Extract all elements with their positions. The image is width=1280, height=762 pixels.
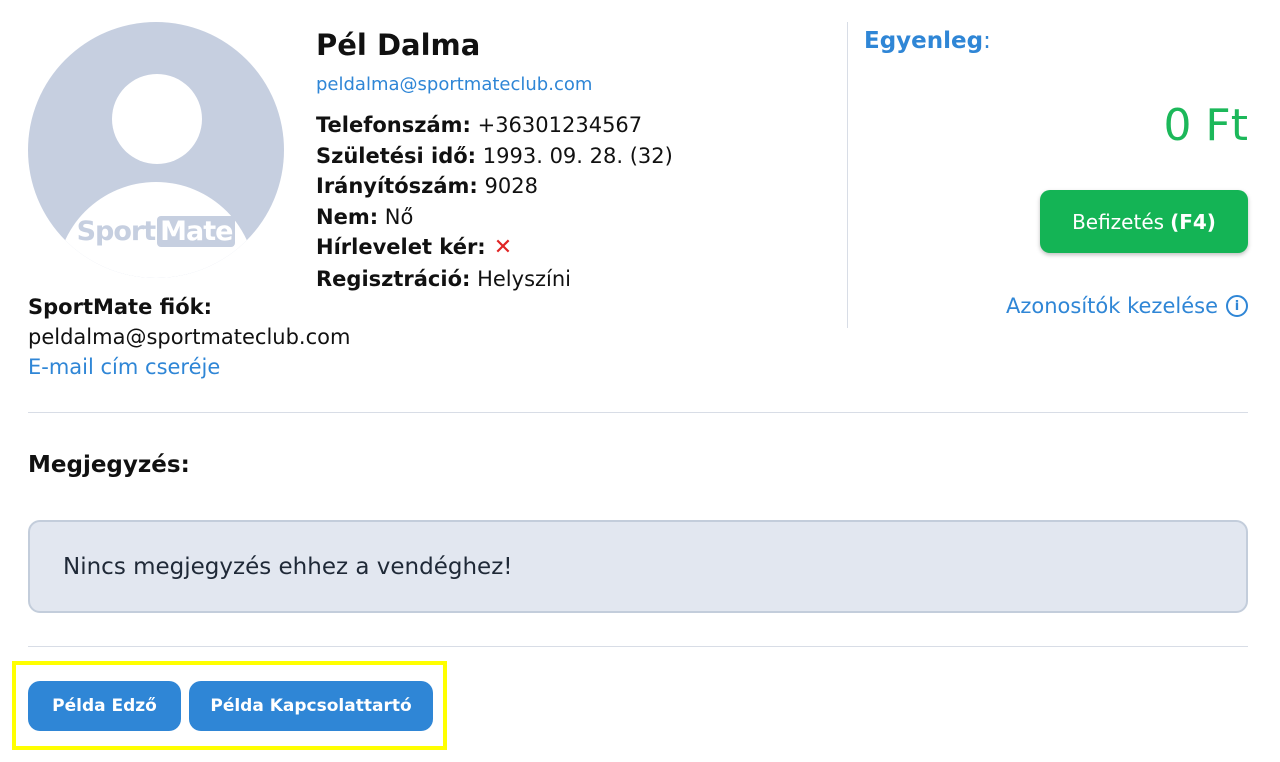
phone-value: +36301234567 — [477, 113, 643, 137]
account-label: SportMate fiók: — [28, 295, 212, 319]
zip-label: Irányítószám: — [316, 174, 478, 198]
contact-button-coach[interactable]: Példa Edző — [28, 681, 181, 731]
sportmate-account: SportMate fiók: peldalma@sportmateclub.c… — [28, 292, 350, 382]
registration-value: Helyszíni — [477, 266, 572, 291]
newsletter-cross-icon: ✕ — [493, 235, 513, 260]
customer-name: Pél Dalma — [316, 28, 481, 62]
gender-row: Nem: Nő — [316, 202, 673, 233]
notes-box: Nincs megjegyzés ehhez a vendéghez! — [28, 520, 1248, 613]
vertical-divider — [847, 22, 848, 328]
sportmate-logo: Sport Mate — [28, 216, 284, 247]
account-email: peldalma@sportmateclub.com — [28, 325, 351, 349]
newsletter-row: Hírlevelet kér: ✕ — [316, 232, 673, 264]
customer-email-link[interactable]: peldalma@sportmateclub.com — [316, 74, 592, 95]
manage-identifiers-link[interactable]: Azonosítók kezelése i — [1006, 294, 1248, 318]
balance-value: 0 Ft — [1163, 100, 1248, 151]
avatar-head-shape — [112, 74, 202, 164]
section-divider — [28, 646, 1248, 647]
avatar: Sport Mate — [28, 22, 284, 278]
contacts-highlight: Példa Edző Példa Kapcsolattartó — [12, 661, 447, 750]
gender-label: Nem: — [316, 204, 379, 229]
balance-label: Egyenleg: — [864, 28, 991, 54]
newsletter-label: Hírlevelet kér: — [316, 235, 486, 259]
phone-row: Telefonszám: +36301234567 — [316, 110, 673, 141]
gender-value: Nő — [384, 204, 414, 229]
birthdate-value: 1993. 09. 28. (32) — [482, 143, 673, 168]
section-divider — [28, 412, 1248, 413]
birthdate-row: Születési idő: 1993. 09. 28. (32) — [316, 141, 673, 172]
change-email-link[interactable]: E-mail cím cseréje — [28, 352, 350, 382]
contact-button-contact-person[interactable]: Példa Kapcsolattartó — [189, 681, 433, 731]
registration-label: Regisztráció: — [316, 266, 471, 291]
payment-button[interactable]: Befizetés (F4) — [1040, 190, 1248, 253]
notes-text: Nincs megjegyzés ehhez a vendéghez! — [63, 553, 513, 580]
birthdate-label: Születési idő: — [316, 143, 477, 168]
zip-row: Irányítószám: 9028 — [316, 171, 673, 202]
phone-label: Telefonszám: — [316, 113, 471, 137]
payment-shortcut: (F4) — [1170, 209, 1216, 234]
registration-row: Regisztráció: Helyszíni — [316, 264, 673, 295]
customer-details: Telefonszám: +36301234567 Születési idő:… — [316, 110, 673, 294]
notes-title: Megjegyzés: — [28, 452, 190, 478]
zip-value: 9028 — [484, 174, 538, 198]
payment-button-label: Befizetés — [1072, 209, 1165, 234]
info-icon: i — [1226, 295, 1248, 317]
